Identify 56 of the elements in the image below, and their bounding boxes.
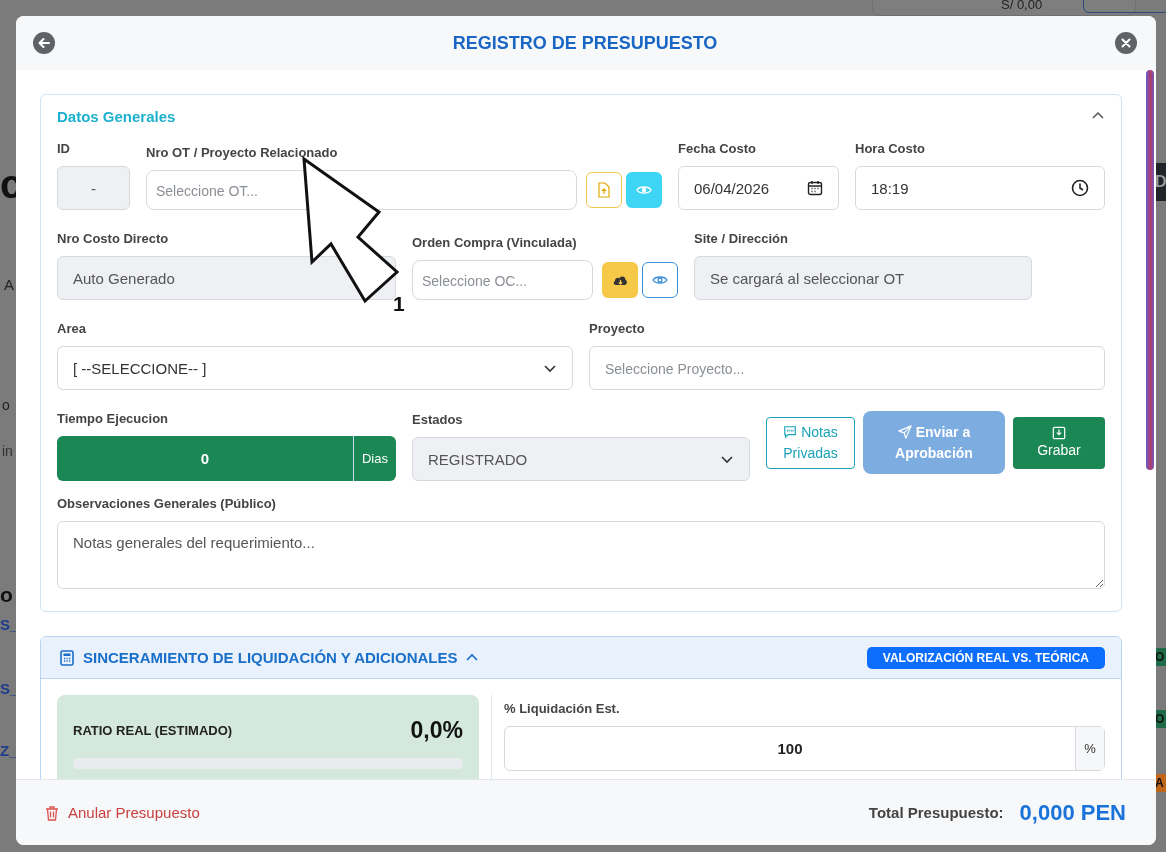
table-cell: in <box>2 443 13 459</box>
field-label: % Liquidación Est. <box>504 701 621 716</box>
time-field[interactable]: 18:19 <box>855 166 1105 210</box>
field-label: Area <box>57 321 87 336</box>
notes-button[interactable]: Notas Privadas <box>766 417 855 469</box>
ratio-value: 0,0% <box>410 717 463 744</box>
input-field[interactable]: Seleccione OC... <box>412 260 593 300</box>
chat-icon <box>783 425 798 439</box>
unit-label: Dias <box>353 436 396 481</box>
clock-icon[interactable] <box>1071 179 1089 197</box>
total-value: 0,000 PEN <box>1019 799 1126 826</box>
section-title: Datos Generales <box>57 107 176 125</box>
ratio-label: RATIO REAL (ESTIMADO) <box>73 723 233 738</box>
amount-text: S/ 0,00 <box>1001 0 1043 12</box>
table-cell: o <box>2 397 10 413</box>
calendar-icon[interactable] <box>807 180 823 196</box>
field-label: Hora Costo <box>855 141 927 156</box>
modal-title: REGISTRO DE PRESUPUESTO <box>451 32 719 54</box>
save-button[interactable]: Grabar <box>1013 417 1105 469</box>
field-label: Site / Dirección <box>694 231 789 246</box>
send-icon <box>897 424 912 439</box>
section-title: SINCERAMIENTO DE LIQUIDACIÓN Y ADICIONALES <box>83 649 458 666</box>
textarea-field[interactable]: Notas generales del requerimiento... <box>57 521 1105 589</box>
field-label: Observaciones Generales (Público) <box>57 496 277 511</box>
save-icon <box>1052 425 1066 440</box>
scrollbar-thumb[interactable] <box>1146 70 1154 470</box>
link[interactable]: S_ <box>0 680 19 697</box>
tab[interactable]: A <box>4 276 14 293</box>
total-label: Total Presupuesto: <box>868 804 1004 821</box>
field-label: Estados <box>412 412 464 427</box>
field-label: Orden Compra (Vinculada) <box>412 235 578 250</box>
link[interactable]: Z_ <box>0 742 18 759</box>
input-field[interactable]: 100 % <box>504 726 1105 771</box>
field-label: Nro Costo Directo <box>57 231 170 246</box>
section-heading: o <box>0 583 13 607</box>
date-field[interactable]: 06/04/2026 <box>678 166 839 210</box>
cancel-link[interactable]: Anular Presupuesto <box>44 804 200 821</box>
calculator-icon <box>59 649 75 666</box>
select-field[interactable]: [ --SELECCIONE-- ] <box>57 346 573 390</box>
input-field[interactable]: 0 <box>57 436 353 481</box>
back-icon[interactable] <box>33 32 55 54</box>
annotation-number: 1 <box>393 292 405 316</box>
link[interactable]: S_ <box>0 616 19 633</box>
field-label: Proyecto <box>589 321 646 336</box>
input-field[interactable]: Seleccione Proyecto... <box>589 346 1105 390</box>
close-icon[interactable] <box>1115 32 1137 54</box>
field-label: Fecha Costo <box>678 141 757 156</box>
input-field[interactable]: Seleccione OT... <box>146 170 577 210</box>
info-badge: VALORIZACIÓN REAL VS. TEÓRICA <box>866 646 1105 669</box>
download-button[interactable] <box>602 262 638 298</box>
unit-label: % <box>1075 727 1104 770</box>
file-upload-icon <box>596 182 612 198</box>
field-label: ID <box>57 141 71 156</box>
trash-icon <box>44 804 60 821</box>
field-label: Nro OT / Proyecto Relacionado <box>146 145 339 160</box>
field-label: Tiempo Ejecucion <box>57 411 169 426</box>
